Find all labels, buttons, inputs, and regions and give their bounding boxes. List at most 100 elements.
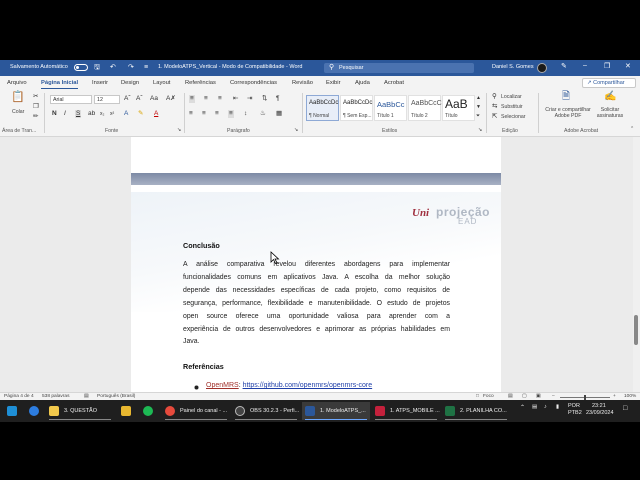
language[interactable]: Português (Brasil) — [97, 394, 135, 399]
highlight-icon[interactable]: ✎ — [138, 110, 143, 118]
replace-icon[interactable]: ⇆ — [492, 103, 497, 111]
taskbar-spotify[interactable] — [140, 402, 158, 420]
align-left-icon[interactable]: ≡ — [189, 110, 193, 118]
cut-icon[interactable]: ✂ — [33, 93, 38, 101]
tab-ajuda[interactable]: Ajuda — [355, 80, 370, 86]
bold-icon[interactable]: N — [52, 110, 57, 118]
page-4[interactable]: Uni projeção EAD Conclusão A análise com… — [131, 192, 501, 392]
minimize-icon[interactable]: – — [583, 62, 587, 69]
taskbar-edge[interactable] — [26, 402, 44, 420]
request-signatures-icon[interactable]: ✍ — [604, 92, 616, 102]
keyboard-layout[interactable]: PTB2 — [568, 410, 582, 416]
share-button[interactable]: ↗ Compartilhar — [582, 78, 636, 88]
shading-icon[interactable]: ♨ — [260, 110, 266, 118]
tab-inserir[interactable]: Inserir — [92, 80, 108, 86]
format-painter-icon[interactable]: ✏ — [33, 113, 38, 121]
maximize-icon[interactable]: ❐ — [604, 62, 610, 70]
styles-scroll-up-icon[interactable]: ▲ — [476, 94, 481, 102]
align-center-icon[interactable]: ≡ — [202, 110, 206, 118]
undo-icon[interactable]: ↶ — [110, 63, 116, 72]
word-count[interactable]: 538 palavras — [42, 394, 69, 399]
redo-icon[interactable]: ↷ — [128, 63, 134, 72]
collapse-ribbon-icon[interactable]: ⌃ — [630, 125, 634, 133]
volume-icon[interactable]: ♪ — [544, 404, 547, 410]
grow-font-icon[interactable]: Aˆ — [124, 95, 131, 103]
numbering-icon[interactable]: ≡ — [204, 95, 208, 103]
taskbar-folder-questao[interactable]: 3. QUESTÃO — [46, 402, 114, 420]
font-color-icon[interactable]: A — [154, 110, 158, 118]
tab-pagina-inicial[interactable]: Página Inicial — [41, 80, 79, 89]
scrollbar-thumb[interactable] — [634, 315, 638, 345]
avatar[interactable] — [537, 63, 547, 73]
tab-design[interactable]: Design — [121, 80, 139, 86]
underline-icon[interactable]: S — [75, 110, 82, 118]
create-pdf-icon[interactable]: 🗎 — [562, 92, 570, 102]
start-button[interactable] — [4, 402, 22, 420]
tab-revisao[interactable]: Revisão — [292, 80, 313, 86]
multilevel-list-icon[interactable]: ≡ — [218, 95, 222, 103]
style-normal[interactable]: AaBbCcDc ¶ Normal — [306, 95, 339, 121]
align-right-icon[interactable]: ≡ — [215, 110, 219, 118]
zoom-out-icon[interactable]: – — [552, 394, 555, 399]
font-size-select[interactable]: 12 — [94, 95, 120, 104]
network-icon[interactable]: ▤ — [532, 404, 537, 410]
italic-icon[interactable]: I — [64, 110, 66, 118]
zoom-in-icon[interactable]: + — [613, 394, 616, 399]
tab-exibir[interactable]: Exibir — [326, 80, 341, 86]
reference-link[interactable]: https://github.com/openmrs/openmrs-core — [243, 382, 373, 389]
zoom-level[interactable]: 100% — [624, 394, 636, 399]
tab-arquivo[interactable]: Arquivo — [7, 80, 27, 86]
create-share-pdf-button[interactable]: Criar e compartilhar Adobe PDF — [543, 107, 593, 119]
show-hidden-icons-icon[interactable]: ⌃ — [520, 404, 525, 411]
paragraph-dialog-launcher-icon[interactable]: ↘ — [294, 126, 298, 134]
taskbar-file-explorer[interactable] — [118, 402, 136, 420]
tab-referencias[interactable]: Referências — [185, 80, 216, 86]
style-heading-2[interactable]: AaBbCcC Título 2 — [408, 95, 442, 121]
find-button[interactable]: Localizar — [501, 94, 522, 100]
style-title[interactable]: AaB Título — [442, 95, 475, 121]
focus-icon[interactable]: □ — [476, 394, 479, 399]
vertical-scrollbar[interactable] — [633, 137, 640, 392]
notification-icon[interactable]: □ — [623, 405, 627, 412]
document-area[interactable]: Uni projeção EAD Conclusão A análise com… — [0, 137, 633, 392]
focus-mode[interactable]: Foco — [483, 394, 494, 399]
print-layout-icon[interactable]: ▢ — [522, 394, 527, 399]
proofing-icon[interactable]: ▤ — [84, 394, 89, 399]
taskbar-excel-planilha[interactable]: 2. PLANILHA CO... — [442, 402, 510, 420]
shrink-font-icon[interactable]: Aˇ — [136, 95, 143, 103]
ribbon-display-icon[interactable]: ✎ — [561, 62, 567, 70]
text-effects-icon[interactable]: A — [124, 110, 128, 118]
strikethrough-icon[interactable]: ab — [88, 110, 95, 118]
clock-time[interactable]: 23:21 — [592, 403, 606, 409]
styles-more-icon[interactable]: ⏷ — [476, 112, 480, 120]
superscript-icon[interactable]: x² — [110, 110, 114, 118]
battery-icon[interactable]: ▮ — [556, 404, 559, 410]
justify-icon[interactable]: ≡ — [228, 110, 234, 118]
style-heading-1[interactable]: AaBbCc Título 1 — [374, 95, 407, 121]
taskbar-word-modelo[interactable]: 1. ModeloATPS_... — [302, 402, 370, 420]
subscript-icon[interactable]: x₂ — [100, 110, 104, 118]
tab-correspondencias[interactable]: Correspondências — [230, 80, 277, 86]
autosave-toggle[interactable] — [74, 64, 88, 71]
sort-icon[interactable]: ⇅ — [262, 95, 267, 103]
web-layout-icon[interactable]: ▣ — [536, 394, 541, 399]
search-box[interactable]: ⚲ Pesquisar — [324, 63, 474, 73]
show-marks-icon[interactable]: ¶ — [276, 95, 280, 103]
close-icon[interactable]: ✕ — [625, 62, 631, 70]
customize-toolbar-icon[interactable]: ≡ — [144, 63, 148, 72]
clear-formatting-icon[interactable]: A✗ — [166, 95, 176, 103]
read-mode-icon[interactable]: ▤ — [508, 394, 513, 399]
font-name-select[interactable]: Arial — [50, 95, 92, 104]
select-button[interactable]: Selecionar — [501, 114, 526, 120]
user-name[interactable]: Daniel S. Gomes — [492, 64, 534, 70]
tab-layout[interactable]: Layout — [153, 80, 170, 86]
styles-dialog-launcher-icon[interactable]: ↘ — [478, 126, 482, 134]
decrease-indent-icon[interactable]: ⇤ — [233, 95, 238, 103]
bullets-icon[interactable]: ≡ — [189, 95, 195, 103]
borders-icon[interactable]: ▦ — [276, 110, 282, 118]
replace-button[interactable]: Substituir — [501, 104, 523, 110]
input-language[interactable]: POR — [568, 403, 580, 409]
paste-button-label[interactable]: Colar — [12, 109, 24, 115]
tab-acrobat[interactable]: Acrobat — [384, 80, 404, 86]
increase-indent-icon[interactable]: ⇥ — [247, 95, 252, 103]
